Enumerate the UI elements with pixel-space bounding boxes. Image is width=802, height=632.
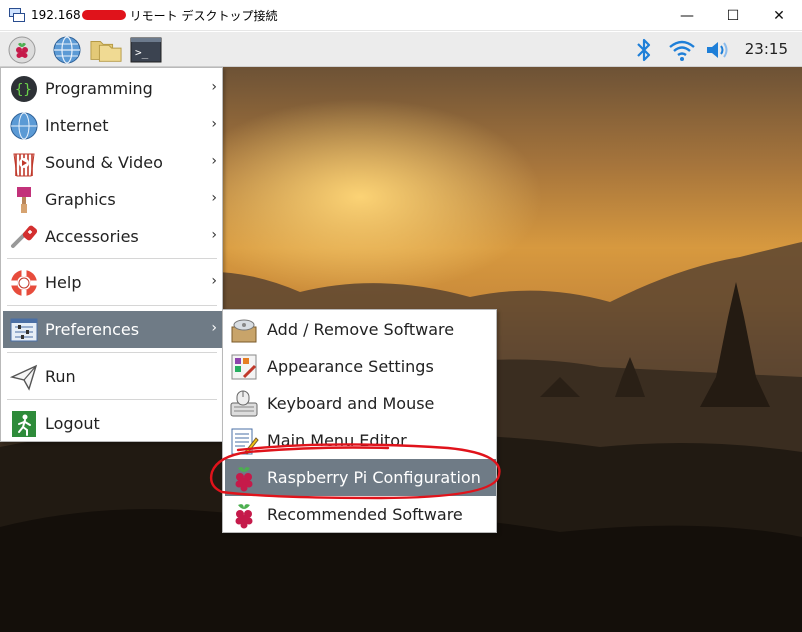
close-button[interactable]: ✕: [756, 0, 802, 31]
preferences-icon: [10, 318, 38, 341]
submenu-item-add-remove-software[interactable]: Add / Remove Software: [225, 311, 496, 348]
submenu-arrow-icon: ›: [211, 227, 217, 243]
programming-icon: {}: [11, 75, 37, 102]
raspberry-icon: [8, 36, 36, 63]
menu-item-label: Sound & Video: [45, 153, 163, 172]
menu-item-accessories[interactable]: Accessories ›: [3, 218, 222, 255]
terminal-button[interactable]: >_: [130, 34, 162, 65]
submenu-arrow-icon: ›: [211, 273, 217, 289]
menu-item-logout[interactable]: Logout: [3, 405, 222, 442]
menu-divider: [7, 305, 217, 306]
submenu-arrow-icon: ›: [211, 116, 217, 132]
keyboard-mouse-icon: [230, 390, 258, 416]
submenu-arrow-icon: ›: [211, 320, 217, 336]
volume-button[interactable]: [702, 34, 734, 65]
submenu-item-label: Appearance Settings: [267, 357, 434, 376]
menu-item-label: Accessories: [45, 227, 139, 246]
menu-item-run[interactable]: Run: [3, 358, 222, 395]
web-browser-button[interactable]: [51, 34, 83, 65]
graphics-icon: [17, 186, 31, 213]
help-icon: [11, 269, 37, 296]
menu-item-label: Programming: [45, 79, 153, 98]
appearance-settings-icon: [231, 354, 257, 379]
menu-item-preferences[interactable]: Preferences ›: [3, 311, 222, 348]
remote-desktop-icon: [9, 8, 25, 22]
wifi-icon: [669, 40, 695, 61]
submenu-item-appearance-settings[interactable]: Appearance Settings: [225, 348, 496, 385]
window-title-ip: 192.168: [31, 8, 81, 22]
web-browser-icon: [53, 35, 81, 64]
menu-item-label: Internet: [45, 116, 109, 135]
menu-item-label: Help: [45, 273, 82, 292]
window-title-app: リモート デスクトップ接続: [129, 8, 278, 23]
menu-item-label: Run: [45, 367, 76, 386]
bluetooth-icon: [637, 38, 651, 61]
submenu-arrow-icon: ›: [211, 79, 217, 95]
window-titlebar: 192.168 リモート デスクトップ接続 — ☐ ✕: [0, 0, 802, 31]
svg-text:{}: {}: [15, 82, 32, 98]
file-manager-button[interactable]: [90, 34, 122, 65]
menu-item-programming[interactable]: {} Programming ›: [3, 70, 222, 107]
menu-item-help[interactable]: Help ›: [3, 264, 222, 301]
run-icon: [9, 364, 38, 391]
logout-icon: [12, 410, 36, 437]
submenu-item-keyboard-mouse[interactable]: Keyboard and Mouse: [225, 385, 496, 422]
menu-item-label: Logout: [45, 414, 100, 433]
menu-item-internet[interactable]: Internet ›: [3, 107, 222, 144]
volume-icon: [707, 41, 728, 58]
submenu-item-label: Keyboard and Mouse: [267, 394, 435, 413]
minimize-button[interactable]: —: [664, 0, 710, 31]
add-remove-software-icon: [231, 319, 257, 342]
main-menu: {} Programming › Internet › Sound & Vide…: [0, 67, 223, 442]
menu-item-label: Preferences: [45, 320, 140, 339]
clock: 23:15: [744, 40, 788, 58]
wifi-button[interactable]: [666, 34, 698, 65]
annotation-highlight-circle: [209, 443, 501, 500]
window-title: 192.168 リモート デスクトップ接続: [31, 7, 277, 24]
menu-divider: [7, 352, 217, 353]
submenu-arrow-icon: ›: [211, 190, 217, 206]
terminal-icon: >_: [130, 37, 162, 62]
menu-divider: [7, 399, 217, 400]
menu-divider: [7, 258, 217, 259]
accessories-icon: [11, 225, 38, 248]
svg-text:>_: >_: [135, 46, 149, 59]
sound-video-icon: [13, 153, 35, 176]
file-manager-icon: [90, 40, 122, 62]
menu-item-sound-video[interactable]: Sound & Video ›: [3, 144, 222, 181]
submenu-arrow-icon: ›: [211, 153, 217, 169]
redaction-mark: [81, 10, 126, 20]
maximize-button[interactable]: ☐: [710, 0, 756, 31]
main-menu-button[interactable]: [6, 34, 38, 65]
bluetooth-button[interactable]: [628, 34, 660, 65]
internet-icon: [10, 112, 38, 139]
menu-item-label: Graphics: [45, 190, 116, 209]
taskbar-panel: >_ 23:15: [0, 32, 802, 67]
submenu-item-label: Recommended Software: [267, 505, 463, 524]
submenu-item-label: Add / Remove Software: [267, 320, 455, 339]
menu-item-graphics[interactable]: Graphics ›: [3, 181, 222, 218]
